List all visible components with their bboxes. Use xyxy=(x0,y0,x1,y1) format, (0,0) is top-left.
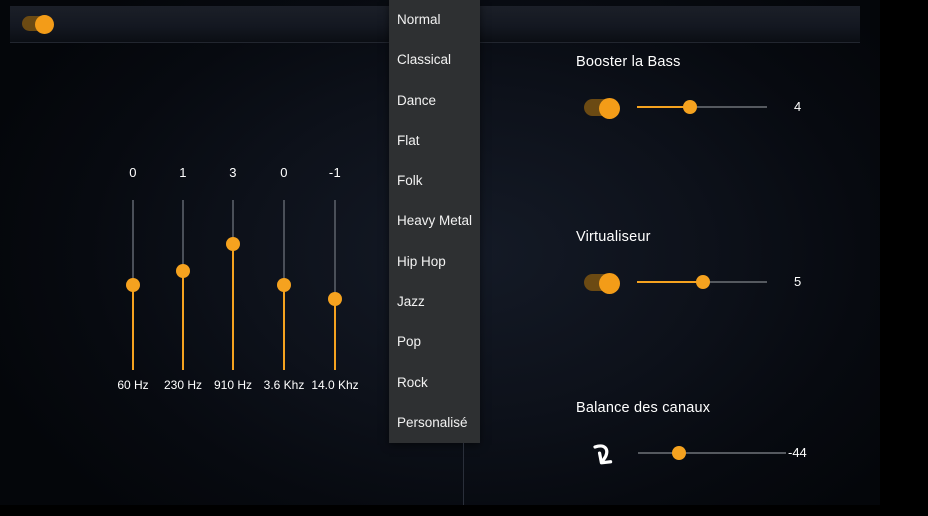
control-slider-knob[interactable] xyxy=(696,275,711,289)
preset-dropdown-menu[interactable]: Normal Classical Dance Flat Folk Heavy Metal H… xyxy=(389,0,480,443)
right-edge-mask xyxy=(880,0,928,516)
band-slider-fill xyxy=(232,244,234,370)
band-slider-fill xyxy=(132,285,134,370)
band-slider[interactable] xyxy=(327,200,343,370)
band-slider-knob[interactable] xyxy=(226,237,240,252)
toggle-knob xyxy=(599,273,620,294)
band-frequency-label: 14.0 Khz xyxy=(311,378,359,392)
band-slider-fill xyxy=(283,285,285,370)
control-slider[interactable] xyxy=(638,441,786,465)
equalizer-band-1: 0 60 Hz xyxy=(105,165,161,392)
band-value: 0 xyxy=(280,165,288,180)
equalizer-band-2: 1 230 Hz xyxy=(155,165,211,392)
master-power-toggle[interactable] xyxy=(22,15,56,34)
control-slider-fill xyxy=(637,281,704,283)
control-slider[interactable] xyxy=(637,95,767,119)
band-slider-knob[interactable] xyxy=(176,264,190,279)
preset-menu-item-pop[interactable]: Pop xyxy=(389,322,480,362)
control-enable-toggle[interactable] xyxy=(584,273,622,294)
control-value: 4 xyxy=(794,99,802,114)
preset-menu-item-folk[interactable]: Folk xyxy=(389,161,480,201)
band-slider-fill xyxy=(334,298,336,370)
control-slider[interactable] xyxy=(637,270,767,294)
band-value: 0 xyxy=(129,165,137,180)
equalizer-band-group: 0 60 Hz 1 230 Hz 3 910 Hz 0 3.6 Khz -1 14.0 Khz xyxy=(95,165,380,400)
control-value: -44 xyxy=(788,445,807,460)
equalizer-window: 0 60 Hz 1 230 Hz 3 910 Hz 0 3.6 Khz -1 14.0 Khz N… xyxy=(0,0,928,516)
control-enable-toggle[interactable] xyxy=(584,98,622,119)
bottom-edge-mask xyxy=(0,505,928,516)
control-row: -44 xyxy=(576,441,876,465)
preset-menu-item-dance[interactable]: Dance xyxy=(389,81,480,121)
toggle-knob xyxy=(35,15,54,34)
preset-menu-item-classical[interactable]: Classical xyxy=(389,40,480,80)
control-slider-fill xyxy=(637,106,691,108)
equalizer-band-3: 3 910 Hz xyxy=(205,165,261,392)
band-value: -1 xyxy=(328,165,342,180)
band-slider[interactable] xyxy=(175,200,191,370)
band-slider[interactable] xyxy=(125,200,141,370)
toggle-knob xyxy=(599,98,620,119)
band-value: 3 xyxy=(229,165,237,180)
preset-menu-item-normal[interactable]: Normal xyxy=(389,0,480,40)
band-slider[interactable] xyxy=(225,200,241,370)
band-slider-knob[interactable] xyxy=(126,278,140,292)
band-slider[interactable] xyxy=(276,200,292,370)
band-value: 1 xyxy=(179,165,187,180)
control-slider-rail xyxy=(638,452,786,454)
preset-menu-item-heavy-metal[interactable]: Heavy Metal xyxy=(389,201,480,241)
band-slider-knob[interactable] xyxy=(277,278,291,292)
toolbar-left-group xyxy=(22,15,56,34)
preset-menu-item-hip-hop[interactable]: Hip Hop xyxy=(389,242,480,282)
preset-menu-item-jazz[interactable]: Jazz xyxy=(389,282,480,322)
preset-menu-item-rock[interactable]: Rock xyxy=(389,363,480,403)
control-title: Balance des canaux xyxy=(576,400,711,416)
preset-menu-item-flat[interactable]: Flat xyxy=(389,121,480,161)
control-slider-knob[interactable] xyxy=(672,446,687,460)
control-row: 4 xyxy=(576,95,876,119)
band-slider-fill xyxy=(182,271,184,370)
control-value: 5 xyxy=(794,274,802,289)
control-title: Virtualiseur xyxy=(576,229,651,245)
control-slider-knob[interactable] xyxy=(683,100,698,114)
control-3: Balance des canaux -44 xyxy=(576,400,876,465)
equalizer-band-5: -1 14.0 Khz xyxy=(307,165,363,392)
control-row: 5 xyxy=(576,270,876,294)
equalizer-band-4: 0 3.6 Khz xyxy=(256,165,312,392)
undo-arrow-icon[interactable] xyxy=(584,437,616,474)
control-2: Virtualiseur 5 xyxy=(576,229,876,294)
vertical-divider xyxy=(463,443,464,505)
control-title: Booster la Bass xyxy=(576,54,681,70)
band-slider-knob[interactable] xyxy=(328,291,342,306)
control-1: Booster la Bass 4 xyxy=(576,54,876,119)
preset-menu-item-personalis-[interactable]: Personalisé xyxy=(389,403,480,443)
